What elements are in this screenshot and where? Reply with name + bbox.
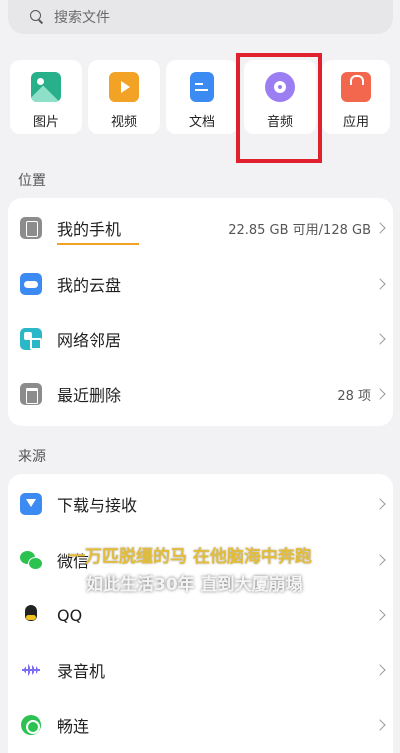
download-icon bbox=[20, 493, 42, 515]
chevron-right-icon bbox=[374, 664, 386, 676]
app-bag-icon bbox=[341, 72, 371, 102]
document-icon bbox=[190, 72, 214, 102]
chevron-right-icon bbox=[374, 388, 386, 400]
chevron-right-icon bbox=[374, 333, 386, 345]
chevron-right-icon bbox=[374, 278, 386, 290]
subtitle-line-2: 如此生活30年 直到大厦崩塌 bbox=[86, 575, 303, 595]
source-card: 下载与接收 微信 QQ 录音机 畅连 bbox=[8, 474, 393, 753]
item-label: 我的云盘 bbox=[57, 276, 122, 295]
storage-value: 22.85 GB 可用/128 GB bbox=[228, 222, 371, 238]
chevron-right-icon bbox=[374, 498, 386, 510]
qq-icon bbox=[20, 604, 42, 626]
source-item-downloads[interactable]: 下载与接收 bbox=[8, 476, 393, 532]
category-label: 应用 bbox=[342, 115, 369, 130]
subtitle-line-1: 一万匹脱缰的马 在他脑海中奔跑 bbox=[68, 547, 312, 567]
chevron-right-icon bbox=[374, 222, 386, 234]
video-icon bbox=[109, 72, 139, 102]
location-item-cloud[interactable]: 我的云盘 bbox=[8, 256, 393, 312]
category-documents[interactable]: 文档 bbox=[166, 60, 238, 134]
category-label: 视频 bbox=[110, 115, 137, 130]
location-item-recently-deleted[interactable]: 最近删除 28 项 bbox=[8, 366, 393, 422]
picture-icon bbox=[31, 72, 61, 102]
search-bar[interactable]: 搜索文件 bbox=[8, 0, 393, 34]
category-videos[interactable]: 视频 bbox=[88, 60, 160, 134]
chevron-right-icon bbox=[374, 719, 386, 731]
category-label: 文档 bbox=[188, 115, 215, 130]
search-placeholder: 搜索文件 bbox=[54, 10, 110, 26]
item-label: 录音机 bbox=[57, 662, 106, 681]
search-icon bbox=[30, 10, 44, 24]
source-item-qq[interactable]: QQ bbox=[8, 587, 393, 643]
item-label: 最近删除 bbox=[57, 386, 122, 405]
deleted-count: 28 项 bbox=[337, 388, 371, 404]
chevron-right-icon bbox=[374, 609, 386, 621]
item-label: 我的手机 bbox=[57, 220, 122, 239]
recorder-icon bbox=[20, 659, 42, 681]
category-apps[interactable]: 应用 bbox=[322, 60, 390, 134]
category-label: 图片 bbox=[32, 115, 59, 130]
location-card: 我的手机 22.85 GB 可用/128 GB 我的云盘 网络邻居 最近删除 2… bbox=[8, 198, 393, 426]
source-item-changlian[interactable]: 畅连 bbox=[8, 697, 393, 753]
item-label: QQ bbox=[57, 605, 83, 625]
chevron-right-icon bbox=[374, 554, 386, 566]
item-label: 下载与接收 bbox=[57, 496, 138, 515]
section-title-source: 来源 bbox=[18, 449, 46, 465]
cloud-icon bbox=[20, 273, 42, 295]
location-item-my-phone[interactable]: 我的手机 22.85 GB 可用/128 GB bbox=[8, 200, 393, 256]
category-pictures[interactable]: 图片 bbox=[10, 60, 82, 134]
highlight-annotation bbox=[236, 53, 322, 163]
changlian-icon bbox=[20, 714, 42, 736]
item-label: 网络邻居 bbox=[57, 331, 122, 350]
phone-icon bbox=[20, 217, 42, 239]
section-title-location: 位置 bbox=[18, 173, 46, 189]
item-label: 畅连 bbox=[57, 717, 90, 736]
trash-icon bbox=[20, 383, 42, 405]
category-row: 图片 视频 文档 音频 应用 bbox=[10, 60, 390, 134]
active-underline bbox=[57, 243, 139, 245]
wechat-icon bbox=[20, 549, 43, 571]
network-icon bbox=[20, 328, 42, 350]
source-item-recorder[interactable]: 录音机 bbox=[8, 642, 393, 698]
location-item-network[interactable]: 网络邻居 bbox=[8, 311, 393, 367]
